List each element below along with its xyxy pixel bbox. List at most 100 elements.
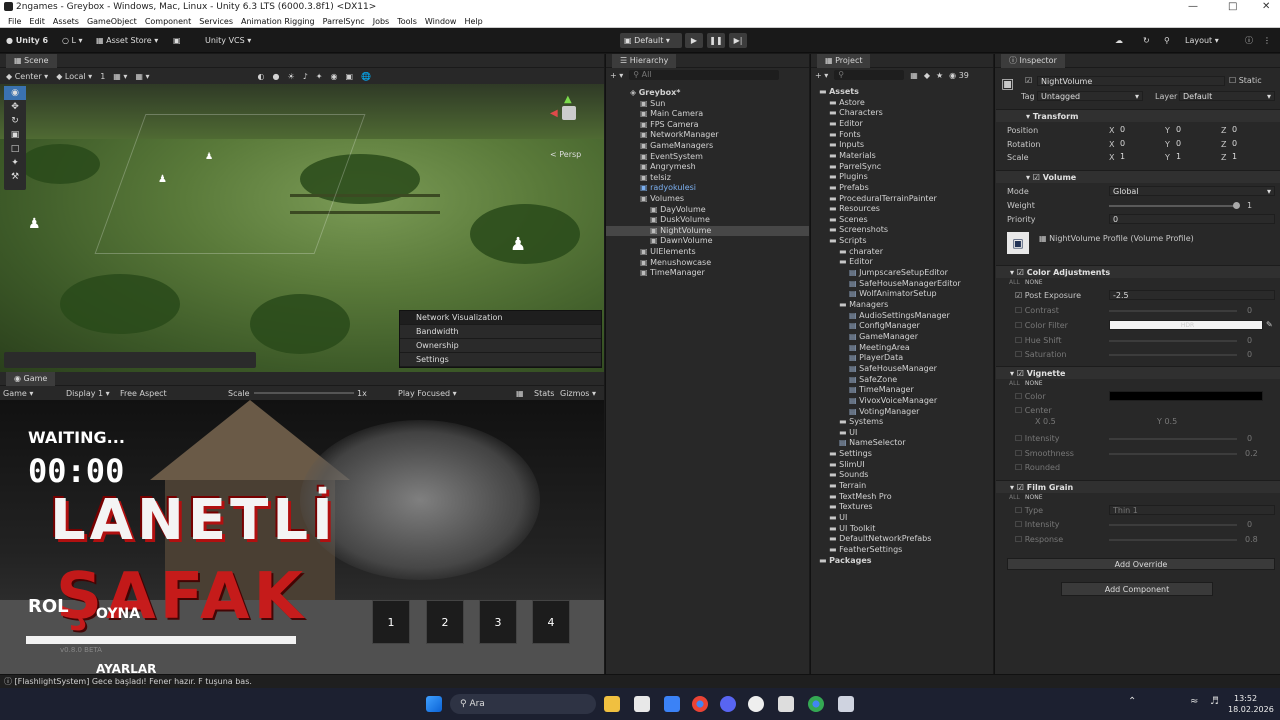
- project-item[interactable]: ▬ DefaultNetworkPrefabs: [811, 534, 993, 544]
- menu-parrelsync[interactable]: ParrelSync: [323, 17, 365, 26]
- weight-value[interactable]: 1: [1247, 201, 1252, 210]
- aspect-dropdown[interactable]: Free Aspect: [120, 389, 167, 398]
- color-filter-swatch[interactable]: HDR: [1109, 320, 1263, 330]
- axis-x-icon[interactable]: ◀: [550, 108, 558, 119]
- eye-count-icon[interactable]: ◉ 39: [949, 71, 969, 80]
- tab-project[interactable]: ▦ Project: [817, 54, 871, 68]
- gizmos-icon[interactable]: 🌐: [361, 72, 371, 81]
- hierarchy-search-input[interactable]: ⚲ All: [629, 70, 780, 80]
- project-item[interactable]: ▬ Packages: [811, 556, 993, 566]
- move-tool-icon[interactable]: ✥: [4, 100, 26, 114]
- ca-none-toggle[interactable]: NONE: [1025, 279, 1043, 286]
- fg-type-dropdown[interactable]: Thin 1: [1109, 505, 1275, 515]
- hierarchy-item[interactable]: ▣ Sun: [606, 99, 809, 109]
- scale-tool-icon[interactable]: ▣: [4, 128, 26, 142]
- project-item[interactable]: ▤ NameSelector: [811, 438, 993, 448]
- chrome-alt-icon[interactable]: [808, 696, 824, 712]
- persp-label[interactable]: < Persp: [550, 150, 581, 159]
- project-item[interactable]: ▬ Characters: [811, 108, 993, 118]
- project-item[interactable]: ▬ Resources: [811, 204, 993, 214]
- menu-help[interactable]: Help: [464, 17, 482, 26]
- slot-1-button[interactable]: 1: [372, 600, 410, 644]
- project-item[interactable]: ▤ TimeManager: [811, 385, 993, 395]
- vig-color-swatch[interactable]: [1109, 391, 1263, 401]
- hierarchy-item[interactable]: ▣ Angrymesh: [606, 162, 809, 172]
- vig-center-x[interactable]: X 0.5: [1035, 417, 1056, 426]
- scl-z-field[interactable]: 1: [1229, 152, 1275, 162]
- project-item[interactable]: ▤ SafeZone: [811, 375, 993, 385]
- effects-icon[interactable]: ✦: [316, 72, 323, 81]
- vig-smoothness-slider[interactable]: [1109, 453, 1237, 455]
- vig-intensity-value[interactable]: 0: [1247, 434, 1252, 443]
- pivot-dropdown[interactable]: ◆ Center ▾: [6, 72, 48, 81]
- project-item[interactable]: ▬ Scenes: [811, 215, 993, 225]
- project-item[interactable]: ▬ Scripts: [811, 236, 993, 246]
- chrome-icon[interactable]: [692, 696, 708, 712]
- gizmos-dropdown[interactable]: Gizmos ▾: [560, 389, 596, 398]
- film-grain-header[interactable]: ▾ ☑ Film Grain: [996, 480, 1280, 493]
- project-item[interactable]: ▬ Materials: [811, 151, 993, 161]
- console-message[interactable]: [FlashlightSystem] Gece başladı! Fener h…: [15, 677, 252, 686]
- fg-response-value[interactable]: 0.8: [1245, 535, 1258, 544]
- app-icon[interactable]: [664, 696, 680, 712]
- saturation-slider[interactable]: [1109, 354, 1237, 356]
- pause-button[interactable]: ❚❚: [707, 33, 725, 48]
- scale-slider[interactable]: [254, 392, 354, 394]
- gizmo-cube-icon[interactable]: [562, 106, 576, 120]
- hierarchy-item[interactable]: ▣ Volumes: [606, 194, 809, 204]
- menu-assets[interactable]: Assets: [53, 17, 79, 26]
- project-item[interactable]: ▬ ProceduralTerrainPainter: [811, 194, 993, 204]
- fg-none-toggle[interactable]: NONE: [1025, 494, 1043, 501]
- rot-x-field[interactable]: 0: [1117, 139, 1163, 149]
- hierarchy-item[interactable]: ▣ GameManagers: [606, 141, 809, 151]
- project-item[interactable]: ▤ MeetingArea: [811, 343, 993, 353]
- tag-dropdown[interactable]: Untagged ▾: [1037, 91, 1143, 101]
- user-button[interactable]: ○ L ▾: [62, 33, 83, 48]
- rot-z-field[interactable]: 0: [1229, 139, 1275, 149]
- step-button[interactable]: ▶|: [729, 33, 747, 48]
- menu-tools[interactable]: Tools: [397, 17, 417, 26]
- label-icon[interactable]: ◆: [924, 71, 930, 80]
- volume-icon[interactable]: ♬: [1210, 696, 1219, 707]
- post-exposure-field[interactable]: -2.5: [1109, 290, 1275, 300]
- project-item[interactable]: ▬ Sounds: [811, 470, 993, 480]
- project-item[interactable]: ▤ JumpscareSetupEditor: [811, 268, 993, 278]
- fg-response-slider[interactable]: [1109, 539, 1237, 541]
- windows-start-icon[interactable]: [426, 696, 442, 712]
- fg-all-toggle[interactable]: ALL: [1009, 494, 1020, 501]
- vig-none-toggle[interactable]: NONE: [1025, 380, 1043, 387]
- contrast-slider[interactable]: [1109, 310, 1237, 312]
- ca-all-toggle[interactable]: ALL: [1009, 279, 1020, 286]
- lighting-icon[interactable]: ☀: [288, 72, 295, 81]
- profile-field[interactable]: ▦ NightVolume Profile (Volume Profile): [1039, 234, 1194, 243]
- netvis-settings[interactable]: Settings: [400, 353, 601, 367]
- taskbar-search[interactable]: ⚲ Ara: [450, 694, 596, 714]
- hierarchy-item[interactable]: ▣ DawnVolume: [606, 236, 809, 246]
- project-search-input[interactable]: ⚲: [834, 70, 905, 80]
- close-icon[interactable]: ✕: [1262, 1, 1270, 12]
- fg-intensity-value[interactable]: 0: [1247, 520, 1252, 529]
- frame-debugger-icon[interactable]: ▦: [516, 389, 524, 398]
- play-menu-button[interactable]: OYNA: [96, 606, 140, 622]
- account-button[interactable]: ● Unity 6: [6, 33, 48, 48]
- menu-window[interactable]: Window: [425, 17, 457, 26]
- saturation-value[interactable]: 0: [1247, 350, 1252, 359]
- project-item[interactable]: ▬ Prefabs: [811, 183, 993, 193]
- add-component-button[interactable]: Add Component: [1061, 582, 1213, 596]
- unity-hub-icon[interactable]: [778, 696, 794, 712]
- display-dropdown[interactable]: Display 1 ▾: [66, 389, 110, 398]
- vig-all-toggle[interactable]: ALL: [1009, 380, 1020, 387]
- slot-3-button[interactable]: 3: [479, 600, 517, 644]
- hierarchy-item[interactable]: ▣ EventSystem: [606, 152, 809, 162]
- space-dropdown[interactable]: ◆ Local ▾: [56, 72, 92, 81]
- mode-dropdown[interactable]: Global ▾: [1109, 186, 1275, 196]
- play-mode-dropdown[interactable]: ▣ Default ▾: [620, 33, 682, 48]
- hierarchy-item[interactable]: ▣ NetworkManager: [606, 130, 809, 140]
- project-item[interactable]: ▬ UI Toolkit: [811, 524, 993, 534]
- vignette-header[interactable]: ▾ ☑ Vignette: [996, 366, 1280, 379]
- camera-icon[interactable]: ▣: [345, 72, 353, 81]
- hue-shift-slider[interactable]: [1109, 340, 1237, 342]
- cloud-icon[interactable]: ☁: [1115, 33, 1123, 48]
- transform-tool-icon[interactable]: ✦: [4, 156, 26, 170]
- project-item[interactable]: ▬ TextMesh Pro: [811, 492, 993, 502]
